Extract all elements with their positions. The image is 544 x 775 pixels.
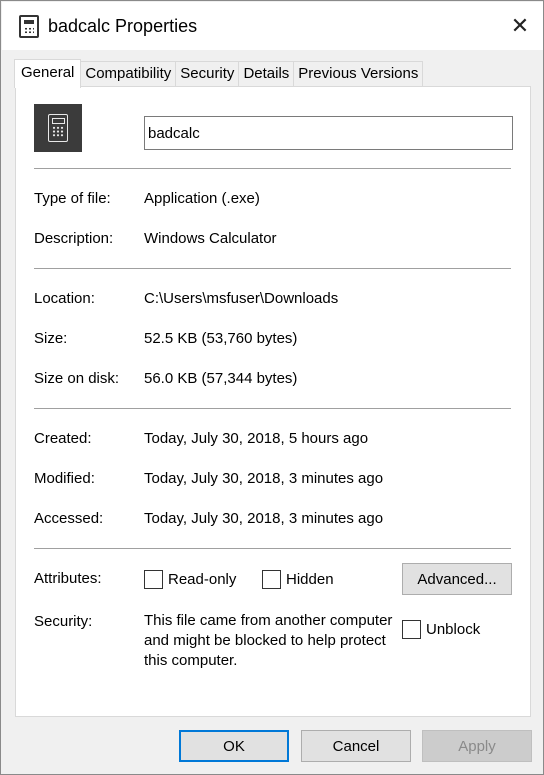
location-value: C:\Users\msfuser\Downloads	[144, 290, 339, 307]
attributes-label: Attributes:	[34, 570, 102, 587]
created-value: Today, July 30, 2018, 5 hours ago	[144, 430, 369, 447]
advanced-button[interactable]: Advanced...	[402, 563, 512, 595]
accessed-label: Accessed:	[34, 510, 104, 527]
cancel-button[interactable]: Cancel	[301, 730, 411, 762]
modified-label: Modified:	[34, 470, 95, 487]
title-bar[interactable]: badcalc Properties ✕	[2, 2, 543, 50]
type-of-file-label: Type of file:	[34, 190, 111, 207]
read-only-checkbox-box[interactable]	[144, 570, 163, 589]
tab-compatibility[interactable]: Compatibility	[80, 61, 177, 87]
divider	[34, 268, 511, 269]
tab-previous-versions[interactable]: Previous Versions	[293, 61, 424, 87]
file-icon	[34, 104, 82, 152]
read-only-checkbox[interactable]: Read-only	[144, 570, 236, 589]
size-on-disk-value: 56.0 KB (57,344 bytes)	[144, 370, 298, 387]
size-value: 52.5 KB (53,760 bytes)	[144, 330, 298, 347]
file-name-input[interactable]	[144, 116, 513, 150]
size-label: Size:	[34, 330, 68, 347]
close-button[interactable]: ✕	[497, 2, 543, 50]
unblock-checkbox-box[interactable]	[402, 620, 421, 639]
calculator-icon	[48, 114, 68, 142]
tab-strip: General Compatibility Security Details P…	[14, 59, 424, 88]
divider	[34, 548, 511, 549]
properties-dialog: badcalc Properties ✕ General Compatibili…	[0, 0, 544, 775]
security-label: Security:	[34, 613, 93, 630]
type-of-file-value: Application (.exe)	[144, 190, 260, 207]
calculator-icon	[19, 15, 39, 38]
modified-value: Today, July 30, 2018, 3 minutes ago	[144, 470, 384, 487]
security-warning-text: This file came from another computer and…	[144, 612, 393, 669]
description-label: Description:	[34, 230, 114, 247]
description-value: Windows Calculator	[144, 230, 277, 247]
location-label: Location:	[34, 290, 95, 307]
divider	[34, 168, 511, 169]
apply-button[interactable]: Apply	[422, 730, 532, 762]
divider	[34, 408, 511, 409]
close-icon: ✕	[510, 13, 530, 38]
tab-details[interactable]: Details	[238, 61, 295, 87]
tab-security[interactable]: Security	[175, 61, 240, 87]
ok-button[interactable]: OK	[179, 730, 289, 762]
hidden-label: Hidden	[286, 571, 334, 588]
unblock-label: Unblock	[426, 621, 481, 638]
size-on-disk-label: Size on disk:	[34, 370, 120, 387]
hidden-checkbox-box[interactable]	[262, 570, 281, 589]
unblock-checkbox[interactable]: Unblock	[402, 620, 480, 639]
general-tab-panel: Type of file: Application (.exe) Descrip…	[15, 86, 531, 717]
window-title: badcalc Properties	[48, 16, 198, 36]
hidden-checkbox[interactable]: Hidden	[262, 570, 334, 589]
created-label: Created:	[34, 430, 92, 447]
tab-general[interactable]: General	[14, 59, 82, 88]
read-only-label: Read-only	[168, 571, 237, 588]
accessed-value: Today, July 30, 2018, 3 minutes ago	[144, 510, 384, 527]
